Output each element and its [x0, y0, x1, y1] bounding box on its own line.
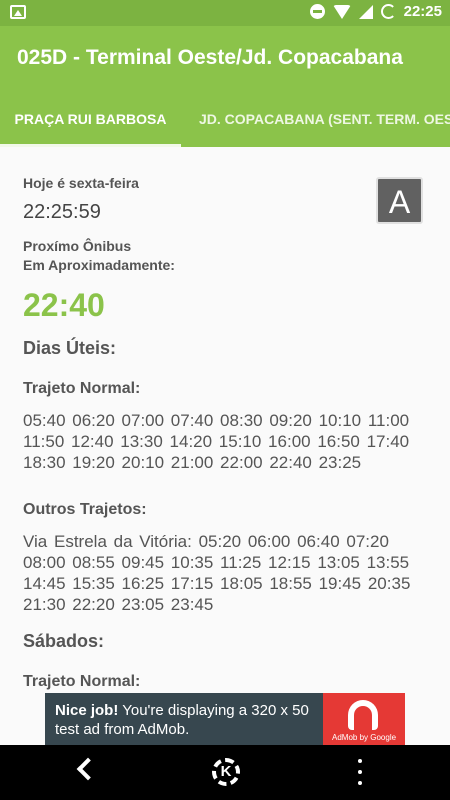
- current-clock: 22:25:59: [23, 201, 101, 223]
- ad-banner[interactable]: Nice job! You're displaying a 320 x 50 t…: [45, 693, 405, 745]
- status-time: 22:25: [403, 3, 442, 20]
- signal-icon: [358, 4, 373, 19]
- tab-bar: PRAÇA RUI BARBOSA JD. COPACABANA (SENT. …: [0, 92, 450, 147]
- sync-icon: [380, 4, 396, 19]
- other-routes-times: Via Estrela da Vitória: 05:20 06:00 06:4…: [23, 532, 411, 614]
- back-icon[interactable]: [76, 757, 100, 781]
- nav-bar: K: [0, 745, 450, 800]
- home-icon[interactable]: K: [212, 758, 240, 786]
- day-text: Hoje é sexta-feira: [23, 175, 139, 191]
- menu-dots-icon[interactable]: [358, 759, 362, 785]
- status-icons: 22:25: [309, 3, 442, 20]
- tab-jd-copacabana[interactable]: JD. COPACABANA (SENT. TERM. OES: [199, 92, 450, 147]
- a-button[interactable]: A: [376, 177, 423, 224]
- wifi-icon: [332, 4, 351, 19]
- ad-text: Nice job! You're displaying a 320 x 50 t…: [55, 701, 325, 739]
- tab-praca-rui-barbosa[interactable]: PRAÇA RUI BARBOSA: [0, 92, 181, 147]
- tab-label: PRAÇA RUI BARBOSA: [14, 111, 167, 127]
- next-bus-label-line2: Em Aproximadamente:: [23, 257, 175, 273]
- admob-brand: AdMob by Google: [332, 733, 397, 742]
- admob-logo: AdMob by Google: [323, 693, 405, 745]
- image-icon: [10, 5, 26, 19]
- ad-text-bold: Nice job!: [55, 702, 119, 719]
- next-bus-label: Proxímo Ônibus Em Aproximadamente:: [23, 237, 175, 275]
- normal-route-title: Trajeto Normal:: [23, 380, 141, 397]
- normal-route-times: 05:40 06:20 07:00 07:40 08:30 09:20 10:1…: [23, 411, 410, 472]
- saturday-normal-route-title: Trajeto Normal:: [23, 673, 141, 690]
- next-bus-label-line1: Proxímo Ônibus: [23, 238, 132, 254]
- status-bar: 22:25: [0, 0, 450, 26]
- schedule-content[interactable]: Hoje é sexta-feira 22:25:59 Proxímo Ônib…: [0, 147, 450, 745]
- app-bar: 025D - Terminal Oeste/Jd. Copacabana: [0, 26, 450, 92]
- admob-icon: [348, 700, 378, 730]
- weekdays-title: Dias Úteis:: [23, 338, 117, 358]
- tab-label: JD. COPACABANA (SENT. TERM. OES: [199, 111, 450, 127]
- dnd-icon: [309, 4, 325, 19]
- saturday-title: Sábados:: [23, 631, 105, 651]
- next-bus-time: 22:40: [23, 287, 105, 323]
- other-routes-title: Outros Trajetos:: [23, 501, 147, 518]
- app-title: 025D - Terminal Oeste/Jd. Copacabana: [17, 46, 403, 69]
